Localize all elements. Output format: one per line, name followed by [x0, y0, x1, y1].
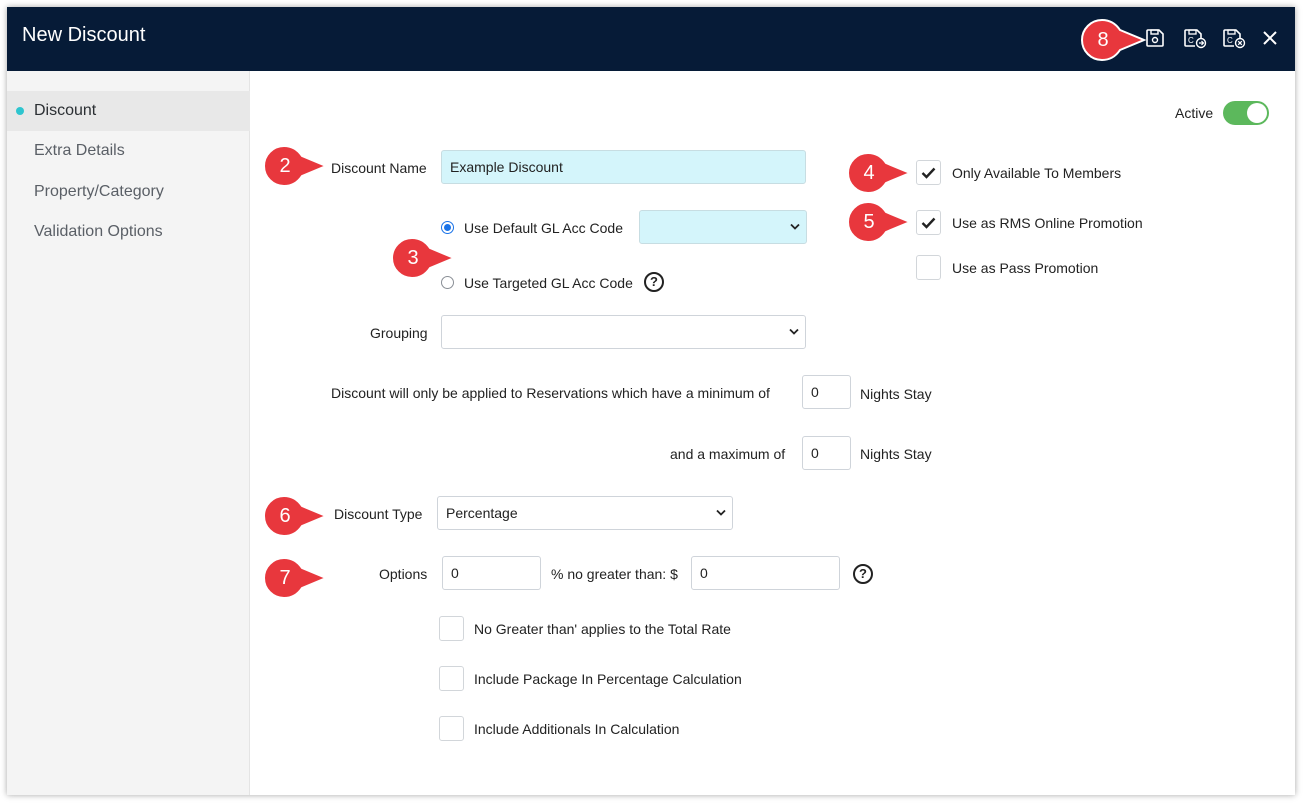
grouping-label: Grouping [370, 325, 428, 341]
min-nights-label: Discount will only be applied to Reserva… [331, 385, 770, 401]
help-icon[interactable]: ? [853, 564, 873, 584]
new-discount-window: New Discount C C Discount Extra Details … [7, 7, 1295, 795]
sidebar-item-property-category[interactable]: Property/Category [7, 172, 250, 212]
use-targeted-gl-label: Use Targeted GL Acc Code [464, 275, 633, 291]
min-nights-input[interactable]: 0 [802, 375, 851, 409]
svg-text:C: C [1227, 36, 1233, 45]
check-icon [921, 167, 936, 179]
discount-name-input[interactable]: Example Discount [441, 150, 806, 184]
discount-type-label: Discount Type [334, 506, 423, 522]
no-greater-than-label: % no greater than: $ [551, 566, 678, 582]
discount-name-label: Discount Name [331, 160, 427, 176]
sidebar-item-label: Extra Details [34, 142, 125, 159]
chevron-down-icon [716, 509, 726, 516]
callout-badge-4: 4 [846, 151, 912, 195]
callout-badge-8: 8 [1080, 18, 1146, 62]
callout-badge-5: 5 [846, 200, 912, 244]
include-package-label: Include Package In Percentage Calculatio… [474, 671, 742, 687]
rms-online-label: Use as RMS Online Promotion [952, 215, 1143, 231]
include-package-checkbox[interactable] [439, 666, 464, 691]
active-label: Active [1175, 105, 1214, 121]
default-gl-select[interactable] [639, 210, 807, 244]
grouping-select[interactable] [441, 315, 806, 349]
no-greater-than-input[interactable]: 0 [691, 556, 840, 590]
members-only-checkbox[interactable] [916, 160, 941, 185]
callout-badge-3: 3 [390, 236, 456, 280]
use-default-gl-label: Use Default GL Acc Code [464, 220, 624, 236]
active-toggle[interactable] [1223, 101, 1269, 125]
check-icon [921, 217, 936, 229]
svg-text:C: C [1188, 36, 1194, 45]
window-title: New Discount [22, 24, 146, 46]
pass-promo-label: Use as Pass Promotion [952, 260, 1099, 276]
sidebar-item-extra-details[interactable]: Extra Details [7, 131, 250, 171]
sidebar: Discount Extra Details Property/Category… [7, 71, 250, 795]
chevron-down-icon [790, 223, 800, 230]
include-additionals-checkbox[interactable] [439, 716, 464, 741]
members-only-label: Only Available To Members [952, 165, 1122, 181]
max-nights-suffix: Nights Stay [860, 446, 932, 462]
sidebar-item-label: Validation Options [34, 223, 163, 240]
options-label: Options [379, 566, 428, 582]
total-rate-label: No Greater than' applies to the Total Ra… [474, 621, 731, 637]
percent-input[interactable]: 0 [442, 556, 541, 590]
sidebar-item-label: Discount [34, 102, 97, 119]
active-dot-icon [16, 107, 24, 115]
rms-online-checkbox[interactable] [916, 210, 941, 235]
callout-badge-6: 6 [262, 494, 328, 538]
use-default-gl-radio[interactable] [441, 221, 454, 234]
max-nights-input[interactable]: 0 [802, 436, 851, 470]
sidebar-item-discount[interactable]: Discount [7, 91, 250, 131]
sidebar-item-label: Property/Category [34, 183, 164, 200]
sidebar-item-validation-options[interactable]: Validation Options [7, 212, 250, 252]
include-additionals-label: Include Additionals In Calculation [474, 721, 680, 737]
close-icon[interactable] [1257, 25, 1283, 51]
discount-type-select[interactable]: Percentage [437, 496, 733, 530]
chevron-down-icon [789, 328, 799, 335]
total-rate-checkbox[interactable] [439, 616, 464, 641]
callout-badge-7: 7 [262, 556, 328, 600]
callout-badge-2: 2 [262, 144, 328, 188]
min-nights-suffix: Nights Stay [860, 386, 932, 402]
save-and-close-icon[interactable]: C [1221, 25, 1247, 51]
max-nights-label: and a maximum of [670, 446, 786, 462]
help-icon[interactable]: ? [644, 272, 664, 292]
pass-promo-checkbox[interactable] [916, 255, 941, 280]
save-and-copy-icon[interactable]: C [1182, 25, 1208, 51]
